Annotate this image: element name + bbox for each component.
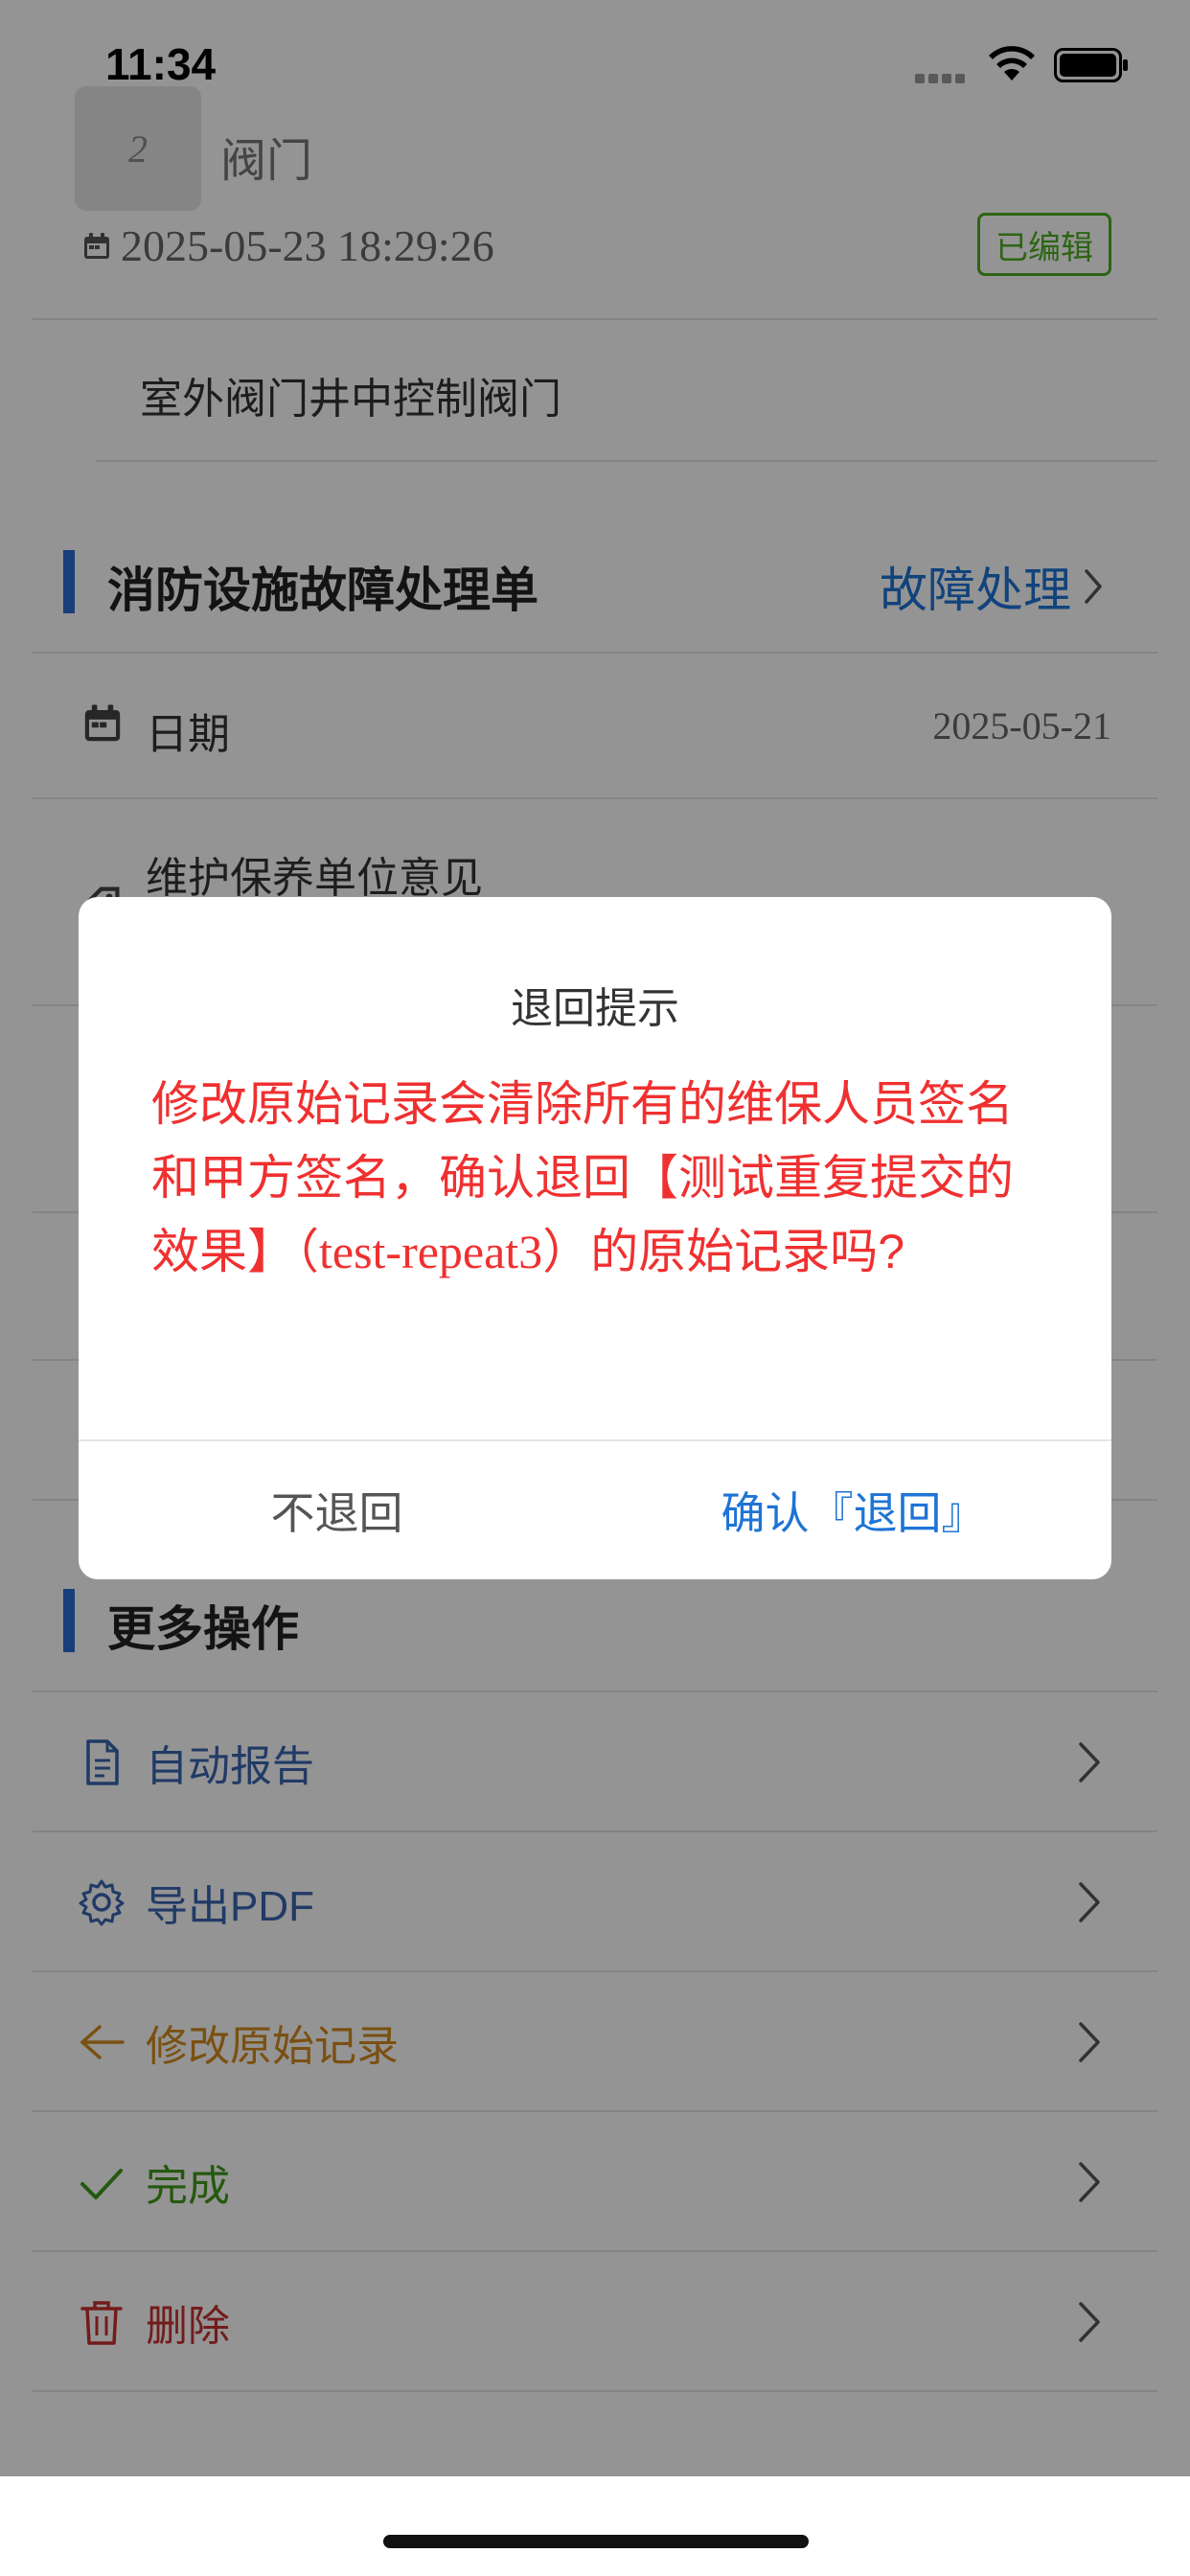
dialog-message-part2: ）的原始记录吗? (542, 1225, 905, 1278)
dialog-cancel-button[interactable]: 不退回 (79, 1441, 595, 1579)
dialog-confirm-button[interactable]: 确认『退回』 (595, 1441, 1111, 1579)
dialog-title: 退回提示 (511, 985, 679, 1032)
dialog-message: 修改原始记录会清除所有的维保人员签名和甲方签名，确认退回【测试重复提交的效果】（… (151, 1068, 1042, 1289)
return-confirm-dialog: 退回提示 修改原始记录会清除所有的维保人员签名和甲方签名，确认退回【测试重复提交… (79, 897, 1111, 1579)
home-bar-area (0, 2476, 1190, 2576)
home-indicator[interactable] (383, 2535, 809, 2548)
dialog-message-code: test-repeat3 (319, 1225, 543, 1278)
